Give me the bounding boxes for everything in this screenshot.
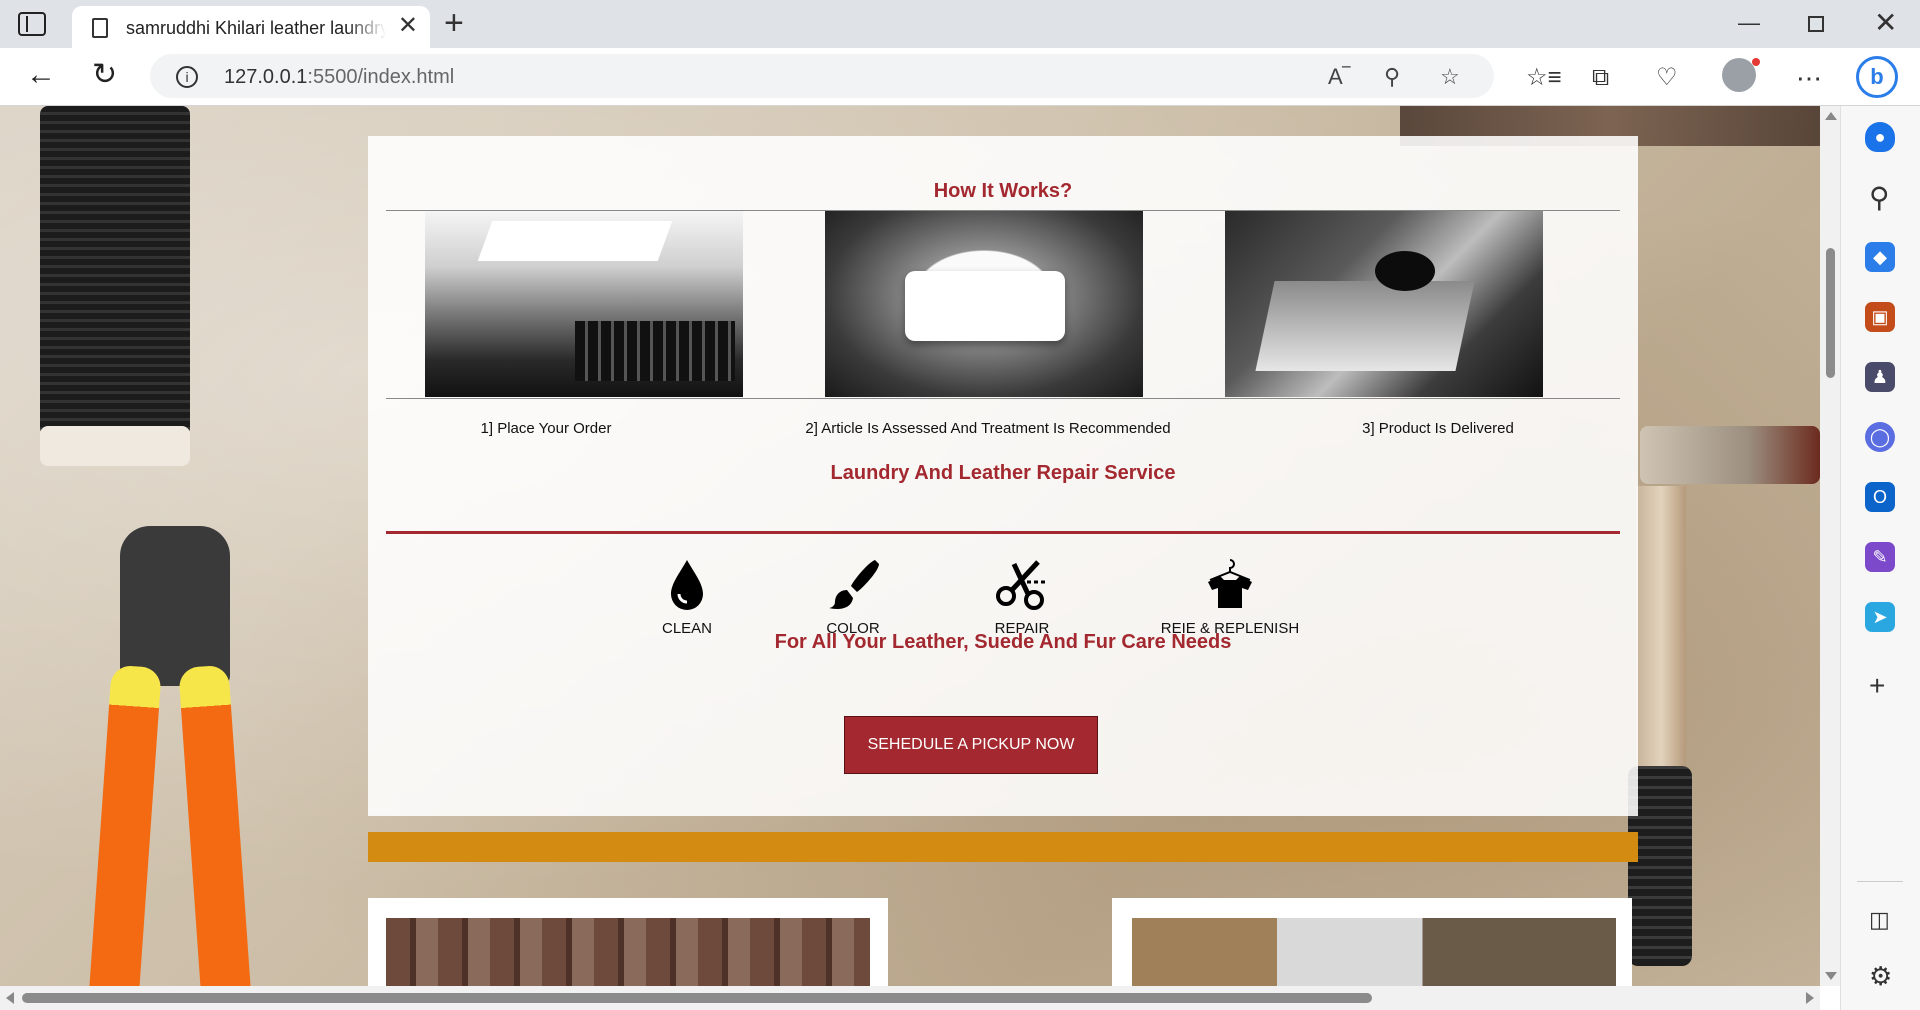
microsoft-365-icon[interactable]: ◯ [1865, 422, 1895, 452]
document-icon [92, 18, 108, 38]
letterpress-photo [386, 918, 870, 986]
new-tab-button[interactable]: + [444, 6, 464, 40]
designer-icon[interactable]: ✎ [1865, 542, 1895, 572]
search-icon[interactable]: ⚲ [1869, 184, 1890, 212]
background-hammer-head [1640, 426, 1820, 484]
tab-title: samruddhi Khilari leather laundry [126, 18, 386, 38]
workshop-photo [1132, 918, 1616, 986]
favorite-star-icon[interactable]: ☆ [1440, 64, 1460, 90]
sidebar-toggle-icon[interactable]: ◫ [1869, 906, 1890, 934]
maximize-button[interactable] [1808, 16, 1824, 32]
service-clean: CLEAN [602, 556, 772, 637]
typewriter-photo [425, 211, 743, 397]
horizontal-scrollbar[interactable] [0, 986, 1820, 1010]
url-text[interactable]: 127.0.0.1:5500/index.html [224, 66, 454, 89]
collections-icon[interactable]: ⧉ [1592, 66, 1609, 90]
schedule-pickup-button[interactable]: SEHEDULE A PICKUP NOW [844, 716, 1098, 774]
photo-detail [477, 221, 673, 261]
games-icon[interactable]: ♟ [1865, 362, 1895, 392]
gallery-card [1112, 898, 1632, 986]
shopping-tag-icon[interactable]: ◆ [1865, 242, 1895, 272]
url-path: :5500/index.html [307, 66, 455, 88]
service-repair: REPAIR [937, 556, 1107, 637]
scroll-thumb[interactable] [1826, 248, 1835, 378]
tab-close-icon[interactable]: ✕ [398, 14, 418, 38]
scissors-icon [994, 556, 1050, 612]
minimize-button[interactable]: — [1738, 10, 1760, 36]
browser-tab[interactable]: samruddhi Khilari leather laundry ✕ [72, 6, 430, 48]
photo-detail [575, 321, 735, 381]
background-pliers-head [120, 526, 230, 686]
scroll-up-arrow-icon[interactable] [1825, 112, 1837, 120]
step-label: 2] Article Is Assessed And Treatment Is … [805, 420, 1171, 437]
reload-icon[interactable]: ↻ [92, 60, 117, 90]
how-it-works-heading: How It Works? [933, 180, 1073, 202]
back-arrow-icon[interactable]: ← [26, 60, 56, 90]
avatar[interactable] [1722, 58, 1756, 92]
page-viewport: How It Works? 1] Place Your Order 2] Art… [0, 106, 1820, 986]
repair-service-heading: Laundry And Leather Repair Service [830, 462, 1176, 484]
scroll-down-arrow-icon[interactable] [1825, 972, 1837, 980]
photo-detail [1255, 281, 1475, 371]
photo-detail [905, 271, 1065, 341]
favorites-list-icon[interactable]: ☆≡ [1526, 66, 1562, 90]
bing-copilot-icon[interactable]: b [1856, 56, 1898, 98]
how-it-works-card: How It Works? 1] Place Your Order 2] Art… [368, 136, 1638, 816]
handover-photo [825, 211, 1143, 397]
outlook-icon[interactable]: O [1865, 482, 1895, 512]
browser-essentials-icon[interactable]: ♡ [1656, 66, 1678, 90]
paintbrush-icon [825, 556, 881, 612]
gallery-card [368, 898, 888, 986]
more-menu-icon[interactable]: ⋯ [1796, 65, 1822, 91]
service-reie-replenish: REIE & REPLENISH [1120, 556, 1340, 637]
photo-detail [1375, 251, 1435, 291]
divider [386, 398, 1620, 399]
tab-actions-icon[interactable] [18, 12, 46, 36]
info-icon[interactable]: i [176, 66, 198, 88]
close-window-button[interactable]: ✕ [1874, 6, 1897, 39]
url-host: 127.0.0.1 [224, 66, 308, 88]
background-pliers-handle [88, 664, 162, 986]
zoom-out-icon[interactable]: ⚲ [1384, 64, 1400, 90]
step-label: 3] Product Is Delivered [1362, 420, 1514, 437]
shirt-hanger-icon [1202, 556, 1258, 612]
divider [1857, 881, 1903, 882]
scroll-left-arrow-icon[interactable] [6, 992, 14, 1004]
background-pliers-handle [178, 664, 252, 986]
red-divider [386, 531, 1620, 534]
step-label: 1] Place Your Order [480, 420, 612, 437]
vertical-scrollbar[interactable] [1820, 106, 1840, 986]
tools-briefcase-icon[interactable]: ▣ [1865, 302, 1895, 332]
tab-bar: samruddhi Khilari leather laundry ✕ + — … [0, 0, 1920, 48]
scroll-thumb[interactable] [22, 993, 1372, 1003]
background-thread-spool [40, 106, 190, 466]
send-icon[interactable]: ➤ [1865, 602, 1895, 632]
url-field[interactable]: i 127.0.0.1:5500/index.html A‾ ⚲ ☆ [150, 54, 1494, 98]
water-drop-icon [659, 556, 715, 612]
edge-sidebar: ● ⚲ ◆ ▣ ♟ ◯ O ✎ ➤ + ◫ ⚙ [1840, 106, 1920, 1010]
gold-band [368, 832, 1638, 862]
bell-icon[interactable]: ● [1865, 122, 1895, 152]
desk-laptop-photo [1225, 211, 1543, 397]
read-aloud-icon[interactable]: A‾ [1328, 64, 1350, 90]
service-color: COLOR [768, 556, 938, 637]
care-needs-heading: For All Your Leather, Suede And Fur Care… [774, 631, 1232, 653]
address-bar: ← ↻ i 127.0.0.1:5500/index.html A‾ ⚲ ☆ ☆… [0, 48, 1920, 106]
scroll-right-arrow-icon[interactable] [1806, 992, 1814, 1004]
notification-dot [1752, 58, 1760, 66]
settings-gear-icon[interactable]: ⚙ [1869, 962, 1892, 990]
add-icon[interactable]: + [1869, 672, 1885, 700]
